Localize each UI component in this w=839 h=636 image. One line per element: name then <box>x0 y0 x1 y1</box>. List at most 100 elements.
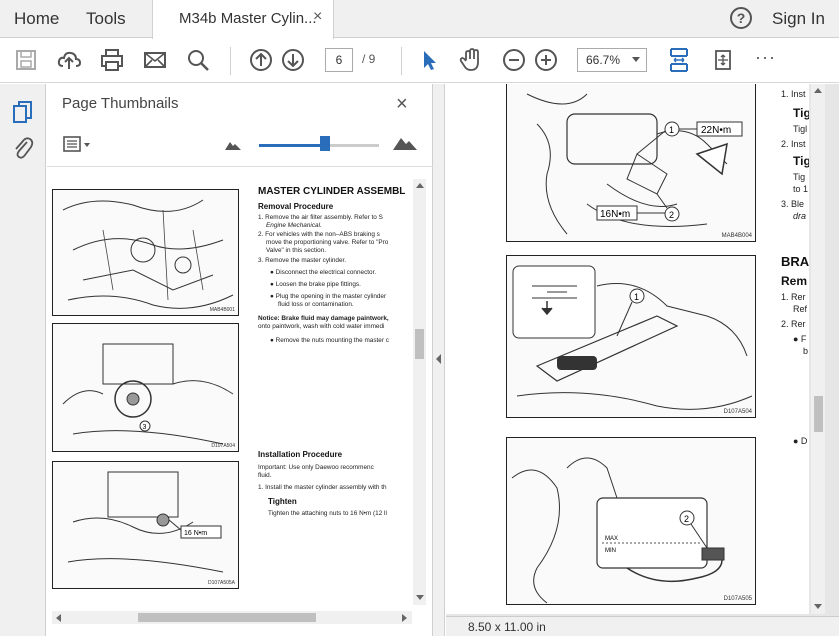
removal-line: ● Loosen the brake pipe fittings. <box>270 281 361 288</box>
left-rail <box>0 84 46 636</box>
hand-tool-icon[interactable] <box>458 47 484 73</box>
large-mountain-icon[interactable] <box>393 136 417 150</box>
install-important: Important: Use only Daewoo recommenc <box>258 464 374 471</box>
page-size-label: 8.50 x 11.00 in <box>468 620 546 634</box>
next-page-icon[interactable] <box>280 47 306 73</box>
document-tab-title: M34b Master Cylin... <box>179 10 317 27</box>
menu-home[interactable]: Home <box>14 9 59 29</box>
page-thumbnails-panel: Page Thumbnails × MAB4B001 3 D107A504 16… <box>47 84 433 636</box>
zoom-in-icon[interactable] <box>533 47 559 73</box>
chevron-down-icon[interactable] <box>632 57 640 62</box>
doc-subheading: Rem <box>781 274 808 288</box>
doc-text: to 1 <box>793 184 809 194</box>
installation-title: Installation Procedure <box>258 450 343 459</box>
callout-number: 3 <box>143 424 147 431</box>
figure-id: MAB4B004 <box>721 233 752 239</box>
panel-splitter[interactable] <box>433 84 445 636</box>
master-cylinder-illustration-middle: 1 <box>512 265 753 410</box>
torque-callout: 22N•m <box>701 125 731 136</box>
search-icon[interactable] <box>185 47 211 73</box>
collapse-panel-icon[interactable] <box>436 354 441 364</box>
slider-handle[interactable] <box>320 136 330 151</box>
doc-heading: BRA <box>781 254 809 269</box>
figure-middle: 1 D107A504 <box>506 255 756 418</box>
removal-line: 1. Remove the air filter assembly. Refer… <box>258 214 383 221</box>
engine-illustration-1 <box>62 199 234 309</box>
select-cursor-icon[interactable] <box>416 47 442 73</box>
scroll-up-icon[interactable] <box>814 88 822 93</box>
master-cylinder-illustration-top: 1 22N•m 2 16N•m <box>526 93 743 235</box>
more-tools-icon[interactable]: ··· <box>755 47 776 68</box>
callout-number: 2 <box>669 210 674 220</box>
thumbnail-horizontal-scrollbar[interactable] <box>52 611 412 624</box>
print-icon[interactable] <box>99 47 125 73</box>
notice-bullet: ● Remove the nuts mounting the master c <box>270 337 389 344</box>
removal-line: 2. For vehicles with the non–ABS braking… <box>258 231 380 238</box>
scrollbar-thumb[interactable] <box>814 396 823 432</box>
fit-page-icon[interactable] <box>666 47 692 73</box>
document-vertical-scrollbar[interactable] <box>811 84 825 614</box>
doc-subheading: Tig <box>793 154 809 168</box>
previous-page-icon[interactable] <box>248 47 274 73</box>
close-tab-icon[interactable]: × <box>313 8 322 26</box>
removal-line: fluid loss or contamination. <box>278 301 354 308</box>
page-number-input[interactable]: 6 <box>325 48 353 72</box>
section-heading: MASTER CYLINDER ASSEMBL <box>258 186 406 197</box>
notice-text: onto paintwork, wash with cold water imm… <box>258 323 385 330</box>
figure-id: D107A505A <box>208 580 235 586</box>
removal-line: Engine Mechanical. <box>266 222 322 229</box>
doc-subheading: Tig <box>793 106 809 120</box>
save-icon[interactable] <box>13 47 39 73</box>
scroll-right-icon[interactable] <box>402 614 407 622</box>
tighten-text: Tighten the attaching nuts to 16 N•m (12… <box>268 510 387 517</box>
thumbnail-options-icon[interactable] <box>63 135 93 155</box>
email-icon[interactable] <box>142 47 168 73</box>
page-thumbnails-icon[interactable] <box>12 100 34 124</box>
close-panel-icon[interactable]: × <box>396 93 408 116</box>
upload-cloud-icon[interactable] <box>56 47 82 73</box>
thumbnail-figure-1: MAB4B001 <box>52 189 239 316</box>
doc-text: b <box>803 346 809 356</box>
scrollbar-thumb[interactable] <box>415 329 424 359</box>
menu-tools[interactable]: Tools <box>86 9 126 29</box>
rotate-icon[interactable] <box>710 47 736 73</box>
doc-text: Tig <box>793 172 806 182</box>
attachment-icon[interactable] <box>12 136 34 160</box>
removal-line: move the proportioning valve. Refer to "… <box>266 239 389 246</box>
help-icon[interactable]: ? <box>730 7 752 29</box>
figure-bottom: MAX MIN 2 D107A505 <box>506 437 756 605</box>
removal-title: Removal Procedure <box>258 202 334 211</box>
thumbnail-vertical-scrollbar[interactable] <box>413 179 426 605</box>
doc-text: 1. Inst <box>781 89 806 99</box>
zoom-out-icon[interactable] <box>501 47 527 73</box>
master-cylinder-illustration-bottom: MAX MIN 2 <box>511 457 725 604</box>
doc-text: 3. Ble <box>781 199 805 209</box>
level-mark-max: MAX <box>605 536 618 542</box>
scrollbar-thumb[interactable] <box>138 613 316 622</box>
panel-title: Page Thumbnails <box>62 95 179 112</box>
document-tab[interactable]: M34b Master Cylin... × <box>152 0 334 39</box>
small-mountain-icon[interactable] <box>225 140 241 150</box>
panel-divider <box>47 166 433 167</box>
scroll-down-icon[interactable] <box>416 595 424 600</box>
engine-illustration-2: 3 <box>62 343 234 445</box>
doc-text: Tigl <box>793 124 808 134</box>
install-important: fluid. <box>258 472 272 479</box>
figure-top: 1 22N•m 2 16N•m MAB4B004 <box>506 84 756 242</box>
install-step: 1. Install the master cylinder assembly … <box>258 484 387 491</box>
thumbnail-page[interactable]: MAB4B001 3 D107A504 16 N•m D107A505A MAS… <box>52 179 412 605</box>
scroll-down-icon[interactable] <box>814 604 822 609</box>
document-page: 1 22N•m 2 16N•m MAB4B004 1 D107A504 MAX … <box>446 84 809 614</box>
removal-line: 3. Remove the master cylinder. <box>258 257 347 264</box>
figure-id: D107A504 <box>723 409 752 415</box>
tighten-title: Tighten <box>268 497 297 506</box>
callout-number: 1 <box>634 292 639 302</box>
doc-text: ● D <box>793 436 808 446</box>
scroll-left-icon[interactable] <box>56 614 61 622</box>
level-mark-min: MIN <box>605 548 616 554</box>
page-total: / 9 <box>362 52 376 66</box>
document-view[interactable]: 1 22N•m 2 16N•m MAB4B004 1 D107A504 MAX … <box>446 84 839 636</box>
scroll-up-icon[interactable] <box>416 183 424 188</box>
sign-in-link[interactable]: Sign In <box>772 9 825 29</box>
figure-id: MAB4B001 <box>209 307 235 313</box>
